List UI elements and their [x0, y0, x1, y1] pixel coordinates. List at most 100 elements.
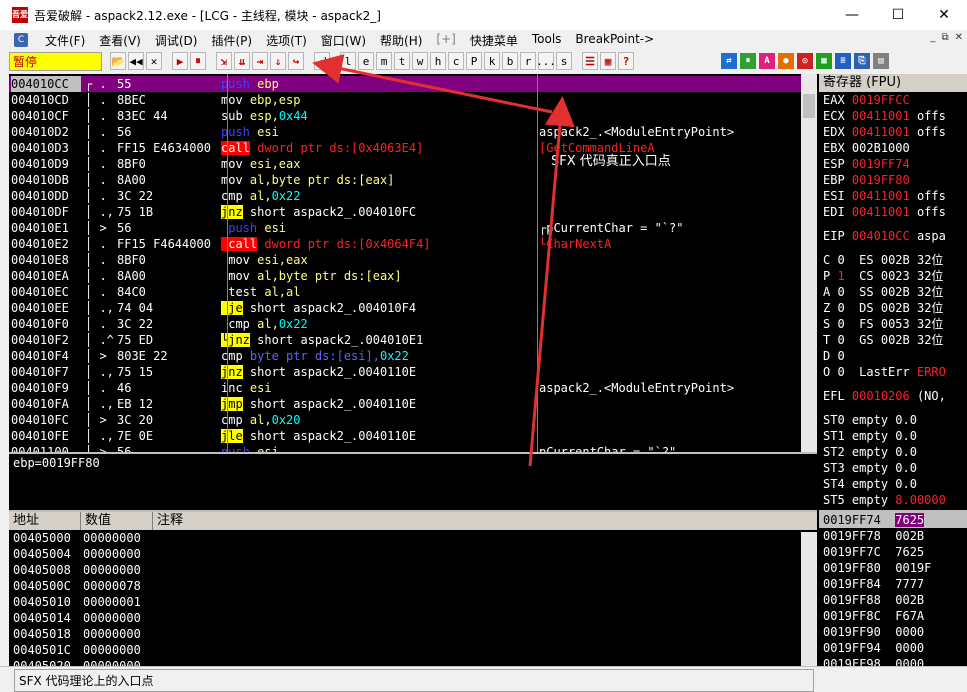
open-icon[interactable]: 📂: [110, 52, 126, 70]
menu-item-4[interactable]: 选项(T): [259, 32, 314, 49]
dump-header-value[interactable]: 数值: [81, 512, 153, 530]
plugin-icon-3[interactable]: ●: [778, 53, 794, 69]
register-ebp[interactable]: EBP 0019FF80: [819, 172, 967, 188]
close-button[interactable]: ✕: [921, 0, 967, 30]
mdi-close-button[interactable]: ✕: [955, 32, 963, 43]
disasm-row[interactable]: 004010EE │ ., 74 04 je short aspack2_.0040…: [9, 300, 817, 316]
disasm-row[interactable]: 004010CC ┌ . 55 push ebp: [9, 76, 817, 92]
cpu-window-icon[interactable]: C: [14, 33, 28, 47]
disasm-row[interactable]: 004010D9 │ . 8BF0 mov esi,eax: [9, 156, 817, 172]
scroll-thumb[interactable]: [803, 94, 815, 118]
flag-row[interactable]: C 0 ES 002B 32位: [819, 252, 967, 268]
letters-button-12[interactable]: s: [556, 52, 572, 70]
disasm-row[interactable]: 004010D2 │ . 56 push esi aspack2_.<ModuleEnt…: [9, 124, 817, 140]
disasm-row[interactable]: 004010FC │ > 3C 20 cmp al,0x20: [9, 412, 817, 428]
letters-button-2[interactable]: m: [376, 52, 392, 70]
maximize-button[interactable]: ☐: [875, 0, 921, 30]
register-eax[interactable]: EAX 0019FFCC: [819, 92, 967, 108]
stack-row[interactable]: 0019FF98 0000: [819, 656, 967, 666]
plugin-icon-0[interactable]: ⇄: [721, 53, 737, 69]
disasm-row[interactable]: 004010DF │ ., 75 1B jnz short aspack2_.0040…: [9, 204, 817, 220]
disasm-row[interactable]: 004010E1 │ > 56 push esi ┌pCurrentChar = "`…: [9, 220, 817, 236]
dump-row[interactable]: 00405000 00000000: [9, 530, 817, 546]
register-ebx[interactable]: EBX 002B1000: [819, 140, 967, 156]
register-ecx[interactable]: ECX 00411001 offs: [819, 108, 967, 124]
disassembly-pane[interactable]: 004010CC ┌ . 55 push ebp 004010CD │ . 8BEC mov …: [9, 74, 817, 452]
menu-item-3[interactable]: 插件(P): [204, 32, 259, 49]
mdi-restore-button[interactable]: ⧉: [941, 32, 948, 43]
dump-header-comment[interactable]: 注释: [153, 512, 801, 530]
letters-button-6[interactable]: c: [448, 52, 464, 70]
step-over-icon[interactable]: ⇊: [234, 52, 250, 70]
plugin-icon-5[interactable]: ▦: [816, 53, 832, 69]
execute-till-return-icon[interactable]: ↪: [288, 52, 304, 70]
stack-row[interactable]: 0019FF78 002B: [819, 528, 967, 544]
stack-row[interactable]: 0019FF90 0000: [819, 624, 967, 640]
disasm-row[interactable]: 004010EA │ . 8A00 mov al,byte ptr ds:[eax]: [9, 268, 817, 284]
dump-row[interactable]: 0040501C 00000000: [9, 642, 817, 658]
plugin-icon-6[interactable]: ≡: [835, 53, 851, 69]
step-into-icon[interactable]: ⇲: [216, 52, 232, 70]
disasm-row[interactable]: 004010F2 │ .^ 75 ED └jnz short aspack2_.004…: [9, 332, 817, 348]
menu-item-8[interactable]: 快捷菜单: [463, 32, 525, 49]
disasm-row[interactable]: 004010F7 │ ., 75 15 jnz short aspack2_.0040…: [9, 364, 817, 380]
register-eip[interactable]: EIP 004010CC aspa: [819, 228, 967, 244]
fpu-register[interactable]: ST2 empty 0.0: [819, 444, 967, 460]
register-esi[interactable]: ESI 00411001 offs: [819, 188, 967, 204]
letters-button-0[interactable]: l: [340, 52, 356, 70]
disasm-row[interactable]: 004010E2 │ . FF15 F4644000 call dword ptr …: [9, 236, 817, 252]
fpu-register[interactable]: ST5 empty 8.00000: [819, 492, 967, 508]
flag-row[interactable]: A 0 SS 002B 32位: [819, 284, 967, 300]
fpu-register[interactable]: ST0 empty 0.0: [819, 412, 967, 428]
trace-over-icon[interactable]: ⇓: [270, 52, 286, 70]
disasm-row[interactable]: 004010F0 │ . 3C 22 cmp al,0x22: [9, 316, 817, 332]
stack-row[interactable]: 0019FF74 7625: [819, 512, 967, 528]
disasm-row[interactable]: 004010F9 │ . 46 inc esi aspack2_.<ModuleEntr…: [9, 380, 817, 396]
minimize-button[interactable]: —: [829, 0, 875, 30]
dump-row[interactable]: 0040500C 00000078: [9, 578, 817, 594]
menu-item-6[interactable]: 帮助(H): [373, 32, 429, 49]
letters-button-10[interactable]: r: [520, 52, 536, 70]
flag-row[interactable]: T 0 GS 002B 32位: [819, 332, 967, 348]
stack-row[interactable]: 0019FF8C F67A: [819, 608, 967, 624]
help-icon[interactable]: ?: [618, 52, 634, 70]
dump-row[interactable]: 00405014 00000000: [9, 610, 817, 626]
menu-item-2[interactable]: 调试(D): [148, 32, 205, 49]
plugin-icon-8[interactable]: ▤: [873, 53, 889, 69]
letters-button-5[interactable]: h: [430, 52, 446, 70]
plugin-icon-2[interactable]: A: [759, 53, 775, 69]
menu-item-0[interactable]: 文件(F): [38, 32, 92, 49]
letters-button-3[interactable]: t: [394, 52, 410, 70]
disasm-row[interactable]: 00401100 │ >56 push esi pCurrentChar = "`?": [9, 444, 817, 452]
mdi-minimize-button[interactable]: _: [930, 32, 935, 43]
stack-row[interactable]: 0019FF88 002B: [819, 592, 967, 608]
goto-icon[interactable]: →|: [314, 52, 330, 70]
registers-pane[interactable]: 寄存器 (FPU) EAX 0019FFCC ECX 00411001 offs…: [819, 74, 967, 510]
dump-row[interactable]: 00405008 00000000: [9, 562, 817, 578]
stack-row[interactable]: 0019FF80 0019F: [819, 560, 967, 576]
letters-button-4[interactable]: w: [412, 52, 428, 70]
stack-row[interactable]: 0019FF7C 7625: [819, 544, 967, 560]
letters-button-9[interactable]: b: [502, 52, 518, 70]
disasm-row[interactable]: 004010FE │ ., 7E 0E jle short aspack2_.0040…: [9, 428, 817, 444]
disasm-row[interactable]: 004010D3 │ . FF15 E4634000 call dword ptr d…: [9, 140, 817, 156]
disasm-row[interactable]: 004010CD │ . 8BEC mov ebp,esp: [9, 92, 817, 108]
flag-row[interactable]: Z 0 DS 002B 32位: [819, 300, 967, 316]
disasm-row[interactable]: 004010E8 │ . 8BF0 mov esi,eax: [9, 252, 817, 268]
list-icon[interactable]: ☰: [582, 52, 598, 70]
menu-item-1[interactable]: 查看(V): [92, 32, 148, 49]
plugin-icon-7[interactable]: ⎘: [854, 53, 870, 69]
trace-into-icon[interactable]: ⇥: [252, 52, 268, 70]
fpu-register[interactable]: ST3 empty 0.0: [819, 460, 967, 476]
memory-dump-pane[interactable]: 地址 数值 注释 00405000 00000000 00405004 0000000…: [9, 510, 817, 673]
flag-row[interactable]: S 0 FS 0053 32位: [819, 316, 967, 332]
plugin-icon-1[interactable]: ⏸: [740, 53, 756, 69]
stack-row[interactable]: 0019FF94 0000: [819, 640, 967, 656]
restart-icon[interactable]: ◀◀: [128, 52, 144, 70]
disasm-row[interactable]: 004010F4 │ > 803E 22 cmp byte ptr ds:[esi],…: [9, 348, 817, 364]
grid-icon[interactable]: ▦: [600, 52, 616, 70]
letters-button-1[interactable]: e: [358, 52, 374, 70]
menu-item-9[interactable]: Tools: [525, 32, 569, 49]
letters-button-8[interactable]: k: [484, 52, 500, 70]
disasm-row[interactable]: 004010DB │ . 8A00 mov al,byte ptr ds:[eax]: [9, 172, 817, 188]
